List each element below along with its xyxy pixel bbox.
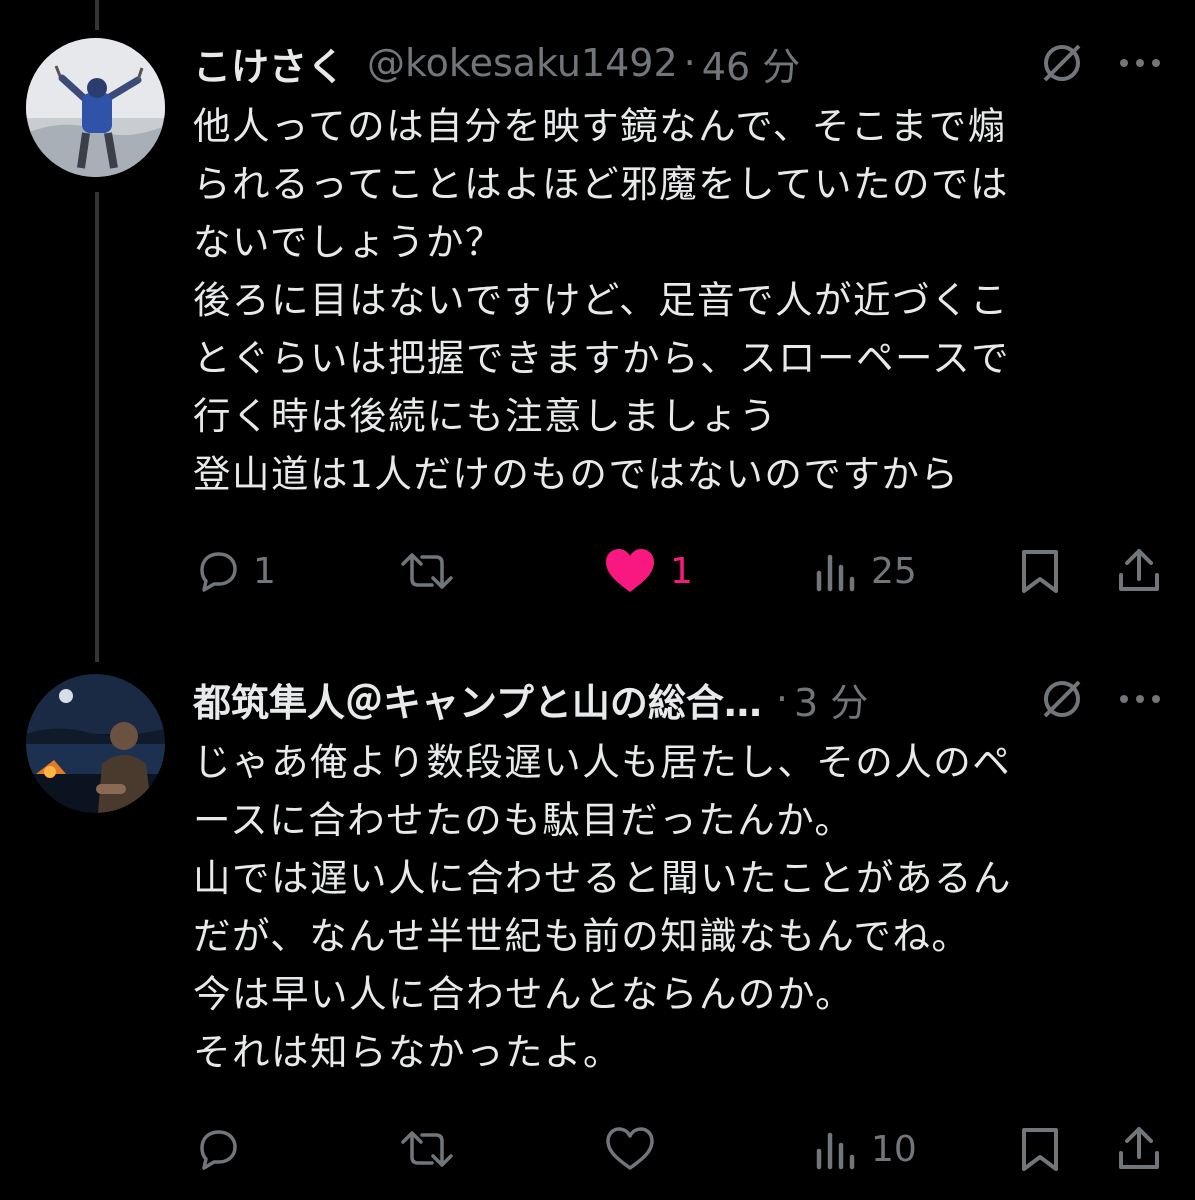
share-button[interactable] — [1115, 1119, 1163, 1179]
more-icon[interactable] — [1110, 33, 1170, 93]
heart-icon — [604, 1126, 656, 1172]
tweet-text: じゃあ俺より数段遅い人も居たし、その人のペ ースに合わせたのも駄目だったんか。 … — [193, 733, 1153, 1081]
bookmark-button[interactable] — [1018, 1119, 1062, 1179]
views-count: 10 — [871, 1128, 917, 1170]
thread-line-top — [95, 0, 99, 30]
views-button[interactable]: 25 — [815, 541, 917, 601]
tweet[interactable]: こけさく @kokesaku1492 · 46 分 他人ってのは自分を映す鏡なん… — [0, 33, 1195, 633]
bookmark-icon — [1018, 547, 1062, 595]
display-name[interactable]: こけさく — [193, 36, 345, 91]
timestamp[interactable]: 46 分 — [702, 36, 800, 91]
more-icon[interactable] — [1110, 669, 1170, 729]
text-line: とぐらいは把握できますから、スローペースで — [193, 336, 1011, 380]
separator: · — [775, 677, 788, 721]
retweet-button[interactable] — [400, 1119, 468, 1179]
heart-icon — [604, 548, 656, 594]
like-button[interactable] — [604, 1119, 670, 1179]
text-line: 山では遅い人に合わせると聞いたことがあるん — [193, 856, 1012, 900]
text-line: 後ろに目はないですけど、足音で人が近づくこ — [193, 278, 1009, 322]
reply-icon — [193, 1127, 239, 1171]
avatar[interactable] — [26, 674, 165, 813]
share-icon — [1115, 547, 1163, 595]
views-button[interactable]: 10 — [815, 1119, 917, 1179]
grok-icon[interactable] — [1032, 669, 1092, 729]
text-line: だが、なんせ半世紀も前の知識なもんでね。 — [193, 914, 971, 958]
tweet-text: 他人ってのは自分を映す鏡なんで、そこまで煽 られるってことはよほど邪魔をしていた… — [193, 97, 1153, 503]
reply-button[interactable]: 1 — [193, 541, 276, 601]
text-line: それは知らなかったよ。 — [193, 1030, 622, 1074]
text-line: 他人ってのは自分を映す鏡なんで、そこまで煽 — [193, 104, 1007, 148]
action-bar: 1 1 25 — [0, 541, 1195, 601]
reply-icon — [193, 549, 239, 593]
share-button[interactable] — [1115, 541, 1163, 601]
views-icon — [815, 549, 857, 593]
display-name[interactable]: 都筑隼人＠キャンプと山の総合… — [193, 672, 762, 727]
views-icon — [815, 1127, 857, 1171]
grok-icon[interactable] — [1032, 33, 1092, 93]
text-line: 今は早い人に合わせんとならんのか。 — [193, 972, 855, 1016]
retweet-button[interactable] — [400, 541, 468, 601]
separator: · — [683, 41, 696, 85]
views-count: 25 — [871, 550, 917, 592]
text-line: ないでしょうか？ — [193, 220, 504, 264]
share-icon — [1115, 1125, 1163, 1173]
retweet-icon — [400, 1127, 454, 1171]
text-line: 登山道は1人だけのものではないのですから — [193, 452, 960, 496]
like-count: 1 — [670, 550, 693, 592]
reply-count: 1 — [253, 550, 276, 592]
text-line: 行く時は後続にも注意しましょう — [193, 394, 778, 438]
avatar[interactable] — [26, 38, 165, 177]
text-line: られるってことはよほど邪魔をしていたのでは — [193, 162, 1009, 206]
bookmark-icon — [1018, 1125, 1062, 1173]
text-line: じゃあ俺より数段遅い人も居たし、その人のペ — [193, 740, 1012, 784]
reply-button[interactable] — [193, 1119, 253, 1179]
tweet[interactable]: 都筑隼人＠キャンプと山の総合… · 3 分 じゃあ俺より数段遅い人も居たし、その… — [0, 669, 1195, 1200]
text-line: ースに合わせたのも駄目だったんか。 — [193, 798, 854, 842]
bookmark-button[interactable] — [1018, 541, 1062, 601]
user-handle[interactable]: @kokesaku1492 — [367, 41, 678, 85]
like-button[interactable]: 1 — [604, 541, 693, 601]
retweet-icon — [400, 549, 454, 593]
action-bar: 10 — [0, 1119, 1195, 1179]
timestamp[interactable]: 3 分 — [794, 672, 868, 727]
